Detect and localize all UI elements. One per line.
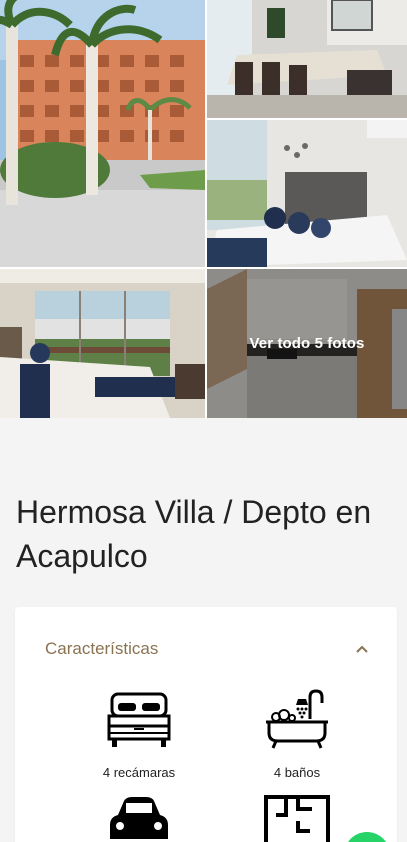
features-heading: Características: [45, 639, 159, 658]
feature-bathrooms: 4 baños: [227, 689, 367, 780]
feature-bathrooms-label: 4 baños: [273, 765, 321, 780]
listing-title: Hermosa Villa / Depto en Acapulco: [16, 494, 372, 574]
bathtub-icon: [262, 689, 332, 751]
gallery-photo-3[interactable]: [207, 120, 407, 267]
see-all-photos-overlay[interactable]: Ver todo 5 fotos: [207, 269, 407, 418]
feature-parking: [69, 795, 209, 842]
gallery-photo-1[interactable]: [0, 0, 205, 267]
gallery-photo-4[interactable]: [0, 269, 205, 418]
gallery-photo-2[interactable]: [207, 0, 407, 118]
floorplan-icon: [262, 795, 332, 842]
chevron-up-icon[interactable]: [355, 642, 369, 656]
feature-area: [227, 795, 367, 842]
features-header[interactable]: Características: [45, 639, 369, 659]
features-card: Características 4 recámaras 4 baños: [15, 607, 397, 842]
car-icon: [104, 795, 174, 842]
see-all-photos-label: Ver todo 5 fotos: [249, 335, 365, 352]
photo-gallery: Ver todo 5 fotos: [0, 0, 407, 418]
gallery-photo-5[interactable]: Ver todo 5 fotos: [207, 269, 407, 418]
feature-bedrooms: 4 recámaras: [69, 689, 209, 780]
feature-bedrooms-label: 4 recámaras: [102, 765, 176, 780]
bed-icon: [104, 689, 174, 751]
